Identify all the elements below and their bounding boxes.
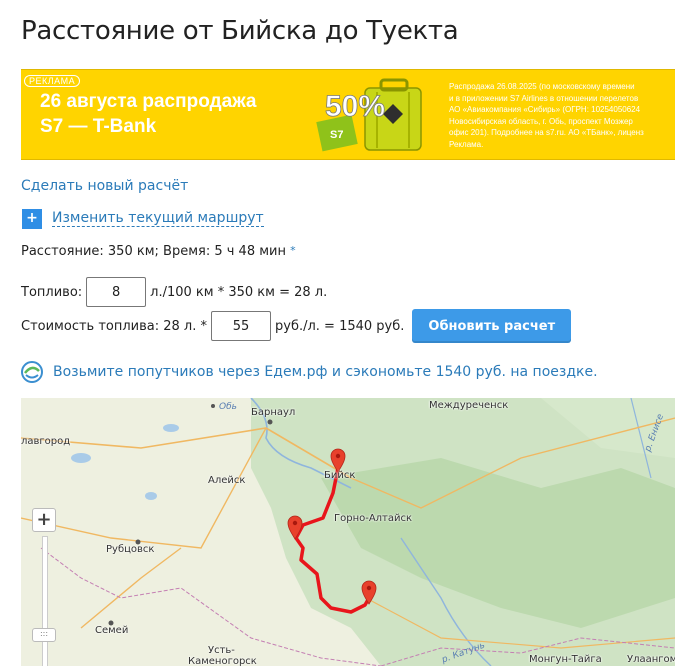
promo-link[interactable]: Возьмите попутчиков через Едем.рф и сэко… xyxy=(53,364,598,380)
city-aleysk: Алейск xyxy=(208,475,246,486)
city-ust-kamenogorsk-1: Усть- xyxy=(208,645,235,656)
ad-legal-line: и в приложении S7 Airlines в отношении п… xyxy=(449,93,639,103)
promo-line[interactable]: Возьмите попутчиков через Едем.рф и сэко… xyxy=(21,361,598,383)
city-gorno-altaysk: Горно-Алтайск xyxy=(334,513,413,524)
ad-badge-brand: S7 xyxy=(330,129,343,141)
zoom-in-button[interactable]: + xyxy=(32,508,56,532)
city-mongun-tayga: Монгун-Тайга xyxy=(529,654,602,665)
route-map[interactable]: Барнаул Междуреченск лавгород Алейск Бий… xyxy=(21,398,675,666)
cost-label: Стоимость топлива: 28 л. * xyxy=(21,318,207,334)
zoom-control[interactable]: + ::: xyxy=(32,508,56,666)
fuel-price-input[interactable] xyxy=(211,311,271,341)
city-ulaangom: Улаангом xyxy=(627,654,675,665)
ad-badge-percent: 50% xyxy=(325,90,385,123)
cost-suffix: руб./л. = 1540 руб. xyxy=(275,318,405,334)
ad-legal-line: Реклама. xyxy=(449,139,484,149)
city-rubtsovsk: Рубцовск xyxy=(106,544,155,555)
city-biysk: Бийск xyxy=(324,470,356,481)
fuel-suffix: л./100 км * 350 км = 28 л. xyxy=(150,284,328,300)
ad-suitcase-image: S7 50% xyxy=(316,78,422,152)
ad-headline-1: 26 августа распродажа xyxy=(40,91,257,112)
zoom-slider-handle[interactable]: ::: xyxy=(32,628,56,642)
city-mezhdurechensk: Междуреченск xyxy=(429,400,509,411)
new-calculation-link[interactable]: Сделать новый расчёт xyxy=(21,178,188,194)
ad-legal-line: офис 201). Подробнее на s7.ru. АО «ТБанк… xyxy=(449,128,644,137)
ad-legal-line: Новосибирская область, г. Обь, проспект … xyxy=(449,116,633,126)
ad-banner[interactable]: РЕКЛАМА 26 августа распродажа S7 — T-Ban… xyxy=(21,69,675,160)
ad-legal-text: Распродажа 26.08.2025 (по московскому вр… xyxy=(449,81,675,150)
city-semey: Семей xyxy=(95,625,129,636)
footnote-star[interactable]: * xyxy=(290,244,296,257)
ad-legal-line: Распродажа 26.08.2025 (по московскому вр… xyxy=(449,82,635,91)
city-slavgorod: лавгород xyxy=(21,436,71,447)
fuel-consumption-input[interactable] xyxy=(86,277,147,307)
ad-tag: РЕКЛАМА xyxy=(24,75,81,87)
ad-legal-line: АО «Авиакомпания «Сибирь» (ОГРН: 1025405… xyxy=(449,105,641,114)
distance-summary: Расстояние: 350 км; Время: 5 ч 48 мин * xyxy=(21,244,296,259)
cost-row: Стоимость топлива: 28 л. * руб./л. = 154… xyxy=(21,309,572,343)
ad-headline-2: S7 — T-Bank xyxy=(40,116,157,137)
change-route-link[interactable]: Изменить текущий маршрут xyxy=(52,210,264,227)
distance-text: Расстояние: 350 км; Время: 5 ч 48 мин xyxy=(21,244,286,259)
city-ust-kamenogorsk-2: Каменогорск xyxy=(188,656,257,666)
zoom-slider-track[interactable] xyxy=(42,536,48,666)
update-calculation-button[interactable]: Обновить расчет xyxy=(412,309,572,343)
edem-logo-icon xyxy=(21,361,43,383)
city-barnaul: Барнаул xyxy=(251,407,296,418)
river-ob: Обь xyxy=(219,402,237,412)
fuel-label: Топливо: xyxy=(21,284,83,300)
page-title: Расстояние от Бийска до Туекта xyxy=(21,16,459,46)
plus-icon[interactable]: + xyxy=(22,209,42,229)
fuel-row: Топливо: л./100 км * 350 км = 28 л. xyxy=(21,275,327,309)
